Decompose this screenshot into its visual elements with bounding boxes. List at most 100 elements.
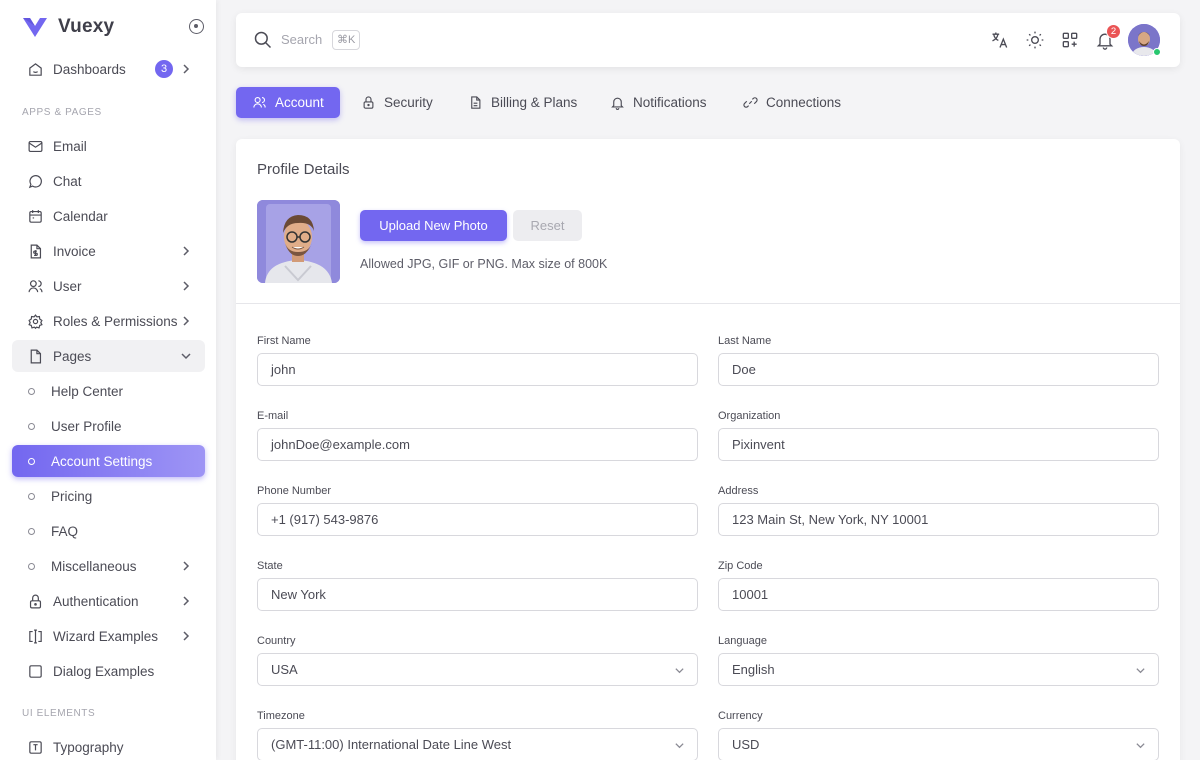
- sidebar-item-roles-permissions[interactable]: Roles & Permissions: [12, 305, 205, 337]
- email-field[interactable]: johnDoe@example.com: [257, 428, 698, 461]
- profile-photo: [257, 200, 340, 283]
- tab-notifications[interactable]: Notifications: [594, 87, 723, 118]
- users-icon: [26, 277, 44, 295]
- country-value: USA: [271, 662, 298, 677]
- account-tabs: Account Security Billing & Plans Notific…: [236, 87, 1180, 118]
- country-select[interactable]: USA: [257, 653, 698, 686]
- chevron-right-icon: [183, 561, 190, 571]
- lock-icon: [26, 592, 44, 610]
- shortcuts-grid-icon[interactable]: [1060, 30, 1080, 50]
- brand-name: Vuexy: [58, 16, 115, 37]
- users-icon: [253, 96, 266, 108]
- sidebar-item-typography[interactable]: Typography: [12, 731, 205, 760]
- online-status-dot: [1153, 48, 1161, 56]
- organization-label: Organization: [718, 410, 781, 422]
- language-value: English: [732, 662, 775, 677]
- search-icon[interactable]: [253, 30, 273, 50]
- reset-photo-button[interactable]: Reset: [513, 210, 582, 241]
- translate-icon[interactable]: [990, 30, 1010, 50]
- address-field[interactable]: 123 Main St, New York, NY 10001: [718, 503, 1159, 536]
- sidebar-item-user[interactable]: User: [12, 270, 205, 302]
- state-field[interactable]: New York: [257, 578, 698, 611]
- sidebar-item-label: Help Center: [51, 383, 124, 399]
- sidebar-item-chat[interactable]: Chat: [12, 165, 205, 197]
- state-label: State: [257, 560, 283, 572]
- sidebar-toggle-icon[interactable]: [189, 19, 204, 34]
- chevron-down-icon: [1136, 668, 1145, 674]
- sidebar-item-label: Roles & Permissions: [53, 313, 178, 329]
- phone-label: Phone Number: [257, 485, 331, 497]
- brand[interactable]: Vuexy: [22, 14, 208, 40]
- chevron-right-icon: [183, 596, 190, 606]
- sidebar-subitem-miscellaneous[interactable]: Miscellaneous: [12, 550, 205, 582]
- settings-icon: [26, 312, 44, 330]
- card-title: Profile Details: [257, 161, 350, 178]
- sidebar-subitem-user-profile[interactable]: User Profile: [12, 410, 205, 442]
- upload-hint: Allowed JPG, GIF or PNG. Max size of 800…: [360, 257, 608, 271]
- sidebar-item-authentication[interactable]: Authentication: [12, 585, 205, 617]
- sidebar-item-wizard-examples[interactable]: Wizard Examples: [12, 620, 205, 652]
- zip-code-field[interactable]: 10001: [718, 578, 1159, 611]
- bullet-icon: [28, 457, 35, 465]
- phone-field[interactable]: +1 (917) 543-9876: [257, 503, 698, 536]
- file-icon: [26, 347, 44, 365]
- sidebar-item-label: Miscellaneous: [51, 558, 137, 574]
- bullet-icon: [28, 527, 35, 535]
- tab-label: Account: [275, 95, 324, 110]
- sidebar-item-label: Account Settings: [51, 453, 153, 469]
- bullet-icon: [28, 387, 35, 395]
- typography-icon: [26, 738, 44, 756]
- sidebar-item-label: Wizard Examples: [53, 628, 159, 644]
- sun-icon[interactable]: [1025, 30, 1045, 50]
- search-input[interactable]: Search: [281, 32, 322, 47]
- sidebar-item-label: Dialog Examples: [53, 663, 155, 679]
- sidebar-item-invoice[interactable]: Invoice: [12, 235, 205, 267]
- tab-label: Notifications: [633, 95, 707, 110]
- tab-account[interactable]: Account: [236, 87, 340, 118]
- tab-label: Billing & Plans: [491, 95, 578, 110]
- first-name-field[interactable]: john: [257, 353, 698, 386]
- upload-photo-button[interactable]: Upload New Photo: [360, 210, 507, 241]
- sidebar-item-label: User: [53, 278, 82, 294]
- sidebar-item-label: Pages: [53, 348, 92, 364]
- tab-connections[interactable]: Connections: [727, 87, 857, 118]
- last-name-field[interactable]: Doe: [718, 353, 1159, 386]
- country-label: Country: [257, 635, 296, 647]
- organization-field[interactable]: Pixinvent: [718, 428, 1159, 461]
- email-label: E-mail: [257, 410, 289, 422]
- currency-label: Currency: [718, 710, 763, 722]
- timezone-select[interactable]: (GMT-11:00) International Date Line West: [257, 728, 698, 760]
- chevron-right-icon: [183, 246, 190, 256]
- language-label: Language: [718, 635, 767, 647]
- sidebar-item-dialog-examples[interactable]: Dialog Examples: [12, 655, 205, 687]
- last-name-label: Last Name: [718, 335, 772, 347]
- sidebar-item-pages[interactable]: Pages: [12, 340, 205, 372]
- section-label-apps: APPS & PAGES: [22, 107, 102, 118]
- chevron-down-icon: [675, 668, 684, 674]
- sidebar-subitem-faq[interactable]: FAQ: [12, 515, 205, 547]
- language-select[interactable]: English: [718, 653, 1159, 686]
- sidebar-subitem-pricing[interactable]: Pricing: [12, 480, 205, 512]
- chevron-right-icon: [183, 316, 190, 326]
- tab-security[interactable]: Security: [345, 87, 449, 118]
- sidebar-item-label: Pricing: [51, 488, 93, 504]
- search-shortcut: ⌘K: [332, 30, 361, 50]
- zip-code-label: Zip Code: [718, 560, 763, 572]
- sidebar-item-label: Invoice: [53, 243, 96, 259]
- currency-value: USD: [732, 737, 760, 752]
- bullet-icon: [28, 422, 35, 430]
- sidebar-item-dashboards[interactable]: Dashboards 3: [12, 53, 205, 85]
- sidebar-subitem-account-settings[interactable]: Account Settings: [12, 445, 205, 477]
- address-label: Address: [718, 485, 759, 497]
- sidebar-item-calendar[interactable]: Calendar: [12, 200, 205, 232]
- currency-select[interactable]: USD: [718, 728, 1159, 760]
- bullet-icon: [28, 492, 35, 500]
- home-icon: [26, 60, 44, 78]
- sidebar-item-label: User Profile: [51, 418, 122, 434]
- timezone-label: Timezone: [257, 710, 305, 722]
- sidebar-item-email[interactable]: Email: [12, 130, 205, 162]
- section-label-ui-elements: UI ELEMENTS: [22, 708, 96, 719]
- sidebar-subitem-help-center[interactable]: Help Center: [12, 375, 205, 407]
- calendar-icon: [26, 207, 44, 225]
- tab-billing-plans[interactable]: Billing & Plans: [452, 87, 593, 118]
